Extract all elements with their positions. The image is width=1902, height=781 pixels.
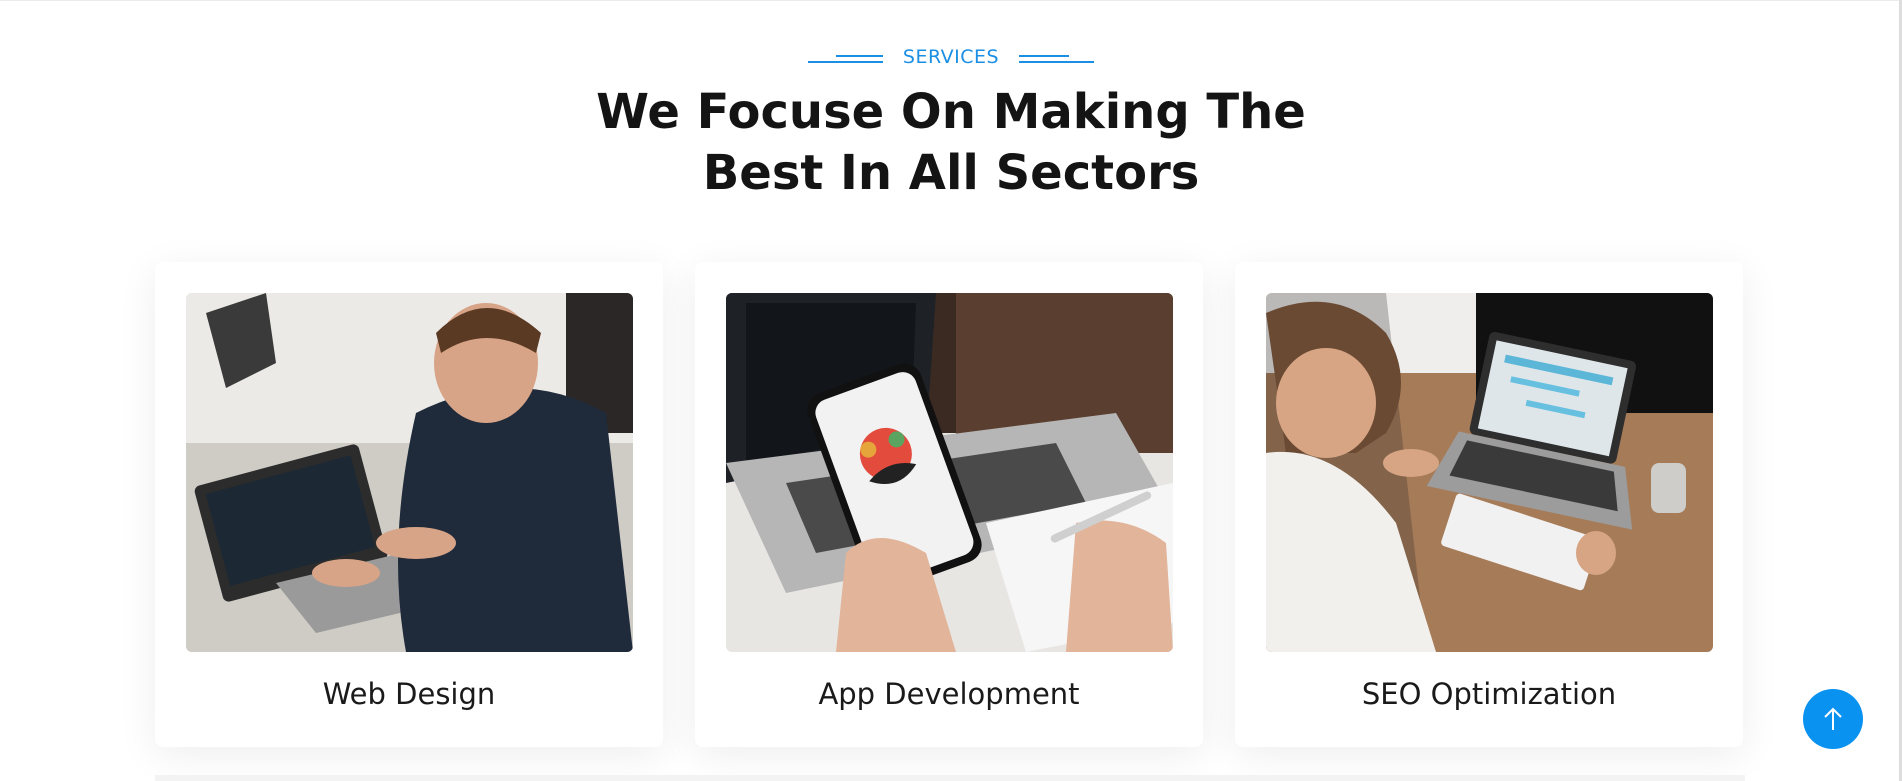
service-title[interactable]: App Development [695, 677, 1203, 711]
next-section-edge [155, 775, 1745, 781]
service-image-app-development [726, 293, 1173, 652]
section-title: We Focuse On Making The Best In All Sect… [0, 82, 1902, 204]
eyebrow-label: SERVICES [902, 46, 1000, 68]
section-eyebrow: SERVICES [0, 46, 1902, 68]
top-border [0, 0, 1902, 1]
service-card-app-development[interactable]: App Development [695, 262, 1203, 747]
arrow-up-icon [1824, 707, 1842, 730]
service-image-web-design [186, 293, 633, 652]
service-card-seo-optimization[interactable]: SEO Optimization [1235, 262, 1743, 747]
eyebrow-lines-right [1019, 50, 1095, 64]
section-title-line-2: Best In All Sectors [702, 145, 1200, 201]
eyebrow-lines-left [807, 50, 883, 64]
service-title[interactable]: Web Design [155, 677, 663, 711]
scroll-to-top-button[interactable] [1803, 689, 1863, 749]
service-image-seo-optimization [1266, 293, 1713, 652]
service-title[interactable]: SEO Optimization [1235, 677, 1743, 711]
service-card-web-design[interactable]: Web Design [155, 262, 663, 747]
section-title-line-1: We Focuse On Making The [596, 84, 1306, 140]
